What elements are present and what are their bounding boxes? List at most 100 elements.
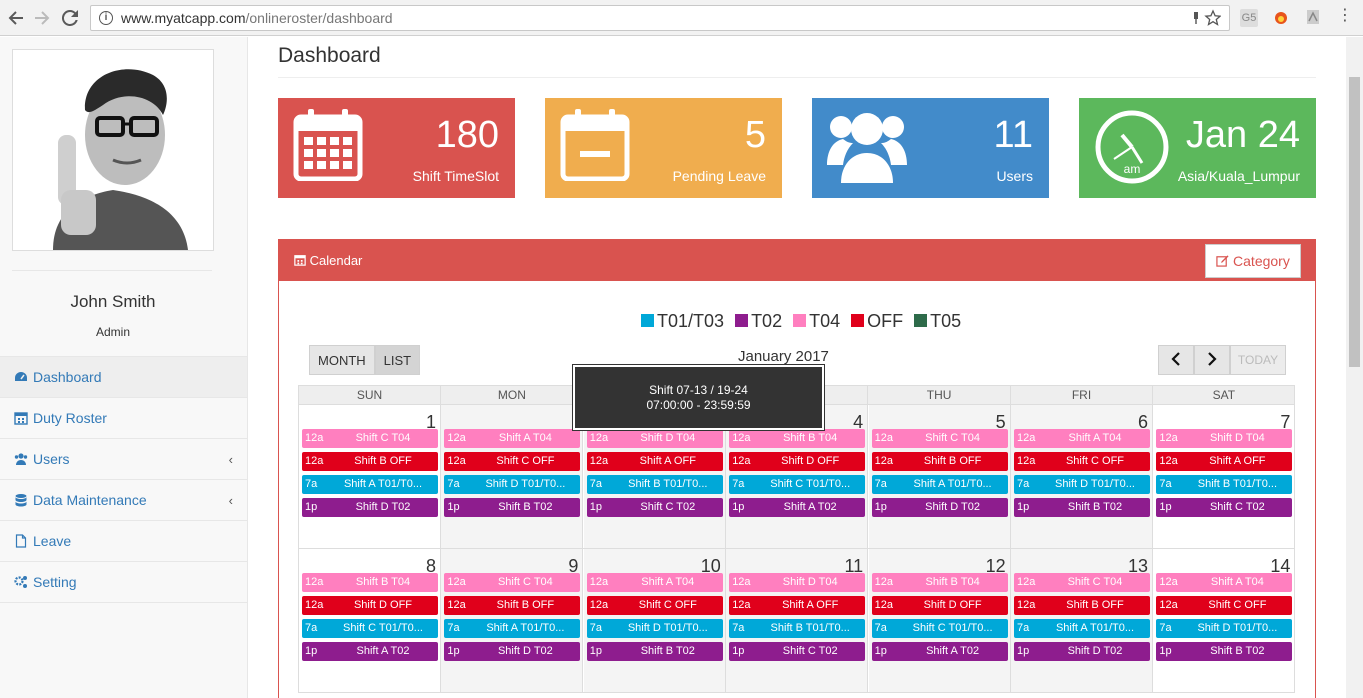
calendar-event[interactable]: 12a Shift D T04 <box>1156 429 1293 448</box>
tile-date-time[interactable]: am Jan 24 Asia/Kuala_Lumpur <box>1079 98 1316 198</box>
scrollbar-thumb[interactable] <box>1349 77 1360 367</box>
page-scrollbar[interactable] <box>1346 37 1363 698</box>
calendar-event[interactable]: 12a Shift A T04 <box>586 573 723 592</box>
calendar-day[interactable]: 6 12a Shift A T04 12a Shift C OFF 7a Shift D T… <box>1011 405 1153 548</box>
tile-pending-leave[interactable]: 5 Pending Leave <box>545 98 782 198</box>
calendar-event[interactable]: 12a Shift D OFF <box>729 452 866 471</box>
sidebar-item-data-maintenance[interactable]: Data Maintenance ‹ <box>0 480 247 521</box>
event-title: Shift D T02 <box>1067 645 1123 657</box>
calendar-day[interactable]: 8 12a Shift B T04 12a Shift D OFF 7a Shift C T… <box>299 549 441 692</box>
calendar-event[interactable]: 1p Shift D T02 <box>444 642 581 661</box>
calendar-day[interactable]: 5 12a Shift C T04 12a Shift B OFF 7a Shift A T… <box>868 405 1011 548</box>
calendar-event[interactable]: 12a Shift D T04 <box>729 573 866 592</box>
calendar-event[interactable]: 1p Shift C T02 <box>586 498 723 517</box>
calendar-event[interactable]: 7a Shift B T01/T0... <box>586 475 723 494</box>
today-button[interactable]: TODAY <box>1230 345 1286 375</box>
calendar-event[interactable]: 7a Shift D T01/T0... <box>1156 619 1293 638</box>
calendar-event[interactable]: 12a Shift C T04 <box>871 429 1008 448</box>
sidebar-item-users[interactable]: Users ‹ <box>0 439 247 480</box>
calendar-day[interactable]: 14 12a Shift A T04 12a Shift C OFF 7a Shift D … <box>1153 549 1296 692</box>
extension-g5-icon[interactable]: G5 <box>1240 9 1258 27</box>
calendar-event[interactable]: 7a Shift B T01/T0... <box>1156 475 1293 494</box>
calendar-day[interactable]: 13 12a Shift C T04 12a Shift B OFF 7a Shift A … <box>1011 549 1153 692</box>
calendar-event[interactable]: 12a Shift B T04 <box>871 573 1008 592</box>
event-time: 12a <box>1017 599 1036 611</box>
bookmark-star-icon[interactable] <box>1191 9 1222 30</box>
calendar-event[interactable]: 12a Shift A OFF <box>586 452 723 471</box>
reload-icon[interactable] <box>60 8 80 28</box>
extension-fire-icon[interactable] <box>1272 9 1290 27</box>
calendar-event[interactable]: 1p Shift C T02 <box>1156 498 1293 517</box>
category-button[interactable]: Category <box>1205 244 1301 278</box>
calendar-day[interactable]: 9 12a Shift C T04 12a Shift B OFF 7a Shift A T… <box>441 549 584 692</box>
calendar-event[interactable]: 1p Shift D T02 <box>302 498 438 517</box>
extension-pdf-icon[interactable] <box>1304 9 1322 27</box>
calendar-event[interactable]: 12a Shift B T04 <box>729 429 866 448</box>
calendar-event[interactable]: 12a Shift A T04 <box>1014 429 1150 448</box>
calendar-event[interactable]: 1p Shift A T02 <box>302 642 438 661</box>
sidebar-item-duty-roster[interactable]: Duty Roster <box>0 398 247 439</box>
calendar-event[interactable]: 7a Shift A T01/T0... <box>302 475 438 494</box>
calendar-event[interactable]: 12a Shift D OFF <box>302 596 438 615</box>
calendar-event[interactable]: 7a Shift B T01/T0... <box>729 619 866 638</box>
sidebar-item-dashboard[interactable]: Dashboard <box>0 357 247 398</box>
sidebar-item-setting[interactable]: Setting <box>0 562 247 603</box>
prev-month-button[interactable] <box>1158 345 1194 375</box>
calendar-event[interactable]: 1p Shift B T02 <box>1014 498 1150 517</box>
legend-swatch <box>793 314 807 327</box>
calendar-event[interactable]: 7a Shift C T01/T0... <box>302 619 438 638</box>
calendar-event[interactable]: 7a Shift D T01/T0... <box>1014 475 1150 494</box>
calendar-event[interactable]: 12a Shift C OFF <box>1014 452 1150 471</box>
calendar-day[interactable]: 12 12a Shift B T04 12a Shift D OFF 7a Shift C … <box>868 549 1011 692</box>
calendar-event[interactable]: 1p Shift A T02 <box>729 498 866 517</box>
calendar-event[interactable]: 12a Shift B OFF <box>871 452 1008 471</box>
month-view-button[interactable]: MONTH <box>309 345 375 375</box>
address-bar[interactable]: i www.myatcapp.com/onlineroster/dashboar… <box>90 5 1230 31</box>
sidebar-item-leave[interactable]: Leave <box>0 521 247 562</box>
info-icon[interactable]: i <box>99 11 113 25</box>
calendar-event[interactable]: 1p Shift B T02 <box>444 498 581 517</box>
calendar-day[interactable]: 11 12a Shift D T04 12a Shift A OFF 7a Shift B … <box>726 549 869 692</box>
calendar-event[interactable]: 7a Shift C T01/T0... <box>871 619 1008 638</box>
calendar-event[interactable]: 12a Shift B OFF <box>302 452 438 471</box>
calendar-event[interactable]: 12a Shift C T04 <box>302 429 438 448</box>
calendar-event[interactable]: 12a Shift C T04 <box>1014 573 1150 592</box>
calendar-event[interactable]: 12a Shift B OFF <box>444 596 581 615</box>
event-time: 12a <box>732 455 751 467</box>
calendar-event[interactable]: 7a Shift D T01/T0... <box>444 475 581 494</box>
tile-shift-timeslot[interactable]: 180 Shift TimeSlot <box>278 98 515 198</box>
calendar-event[interactable]: 12a Shift C T04 <box>444 573 581 592</box>
forward-icon[interactable] <box>32 8 52 28</box>
calendar-event[interactable]: 12a Shift C OFF <box>1156 596 1293 615</box>
calendar-event[interactable]: 1p Shift D T02 <box>871 498 1008 517</box>
calendar-event[interactable]: 12a Shift A OFF <box>729 596 866 615</box>
calendar-event[interactable]: 12a Shift A T04 <box>1156 573 1293 592</box>
calendar-event[interactable]: 7a Shift A T01/T0... <box>1014 619 1150 638</box>
tile-users[interactable]: 11 Users <box>812 98 1049 198</box>
calendar-event[interactable]: 7a Shift A T01/T0... <box>444 619 581 638</box>
next-month-button[interactable] <box>1194 345 1230 375</box>
calendar-event[interactable]: 7a Shift C T01/T0... <box>729 475 866 494</box>
calendar-event[interactable]: 7a Shift A T01/T0... <box>871 475 1008 494</box>
calendar-event[interactable]: 12a Shift A T04 <box>444 429 581 448</box>
calendar-event[interactable]: 12a Shift D OFF <box>871 596 1008 615</box>
calendar-event[interactable]: 12a Shift C OFF <box>586 596 723 615</box>
calendar-event[interactable]: 1p Shift B T02 <box>1156 642 1293 661</box>
list-view-button[interactable]: LIST <box>374 345 421 375</box>
calendar-event[interactable]: 1p Shift B T02 <box>586 642 723 661</box>
calendar-event[interactable]: 12a Shift D T04 <box>586 429 723 448</box>
calendar-event[interactable]: 1p Shift D T02 <box>1014 642 1150 661</box>
back-icon[interactable] <box>6 8 26 28</box>
calendar-event[interactable]: 12a Shift C OFF <box>444 452 581 471</box>
calendar-day[interactable]: 1 12a Shift C T04 12a Shift B OFF 7a Shift A T… <box>299 405 441 548</box>
calendar-event[interactable]: 7a Shift D T01/T0... <box>586 619 723 638</box>
calendar-event[interactable]: 12a Shift A OFF <box>1156 452 1293 471</box>
calendar-day[interactable]: 10 12a Shift A T04 12a Shift C OFF 7a Shift D … <box>583 549 726 692</box>
calendar-day[interactable]: 7 12a Shift D T04 12a Shift A OFF 7a Shift B T… <box>1153 405 1296 548</box>
calendar-day[interactable]: 12a Shift A T04 12a Shift C OFF 7a Shift D T0… <box>441 405 584 548</box>
calendar-event[interactable]: 1p Shift A T02 <box>871 642 1008 661</box>
calendar-event[interactable]: 12a Shift B T04 <box>302 573 438 592</box>
calendar-event[interactable]: 12a Shift B OFF <box>1014 596 1150 615</box>
calendar-event[interactable]: 1p Shift C T02 <box>729 642 866 661</box>
browser-menu-icon[interactable]: ⋮ <box>1336 8 1354 27</box>
